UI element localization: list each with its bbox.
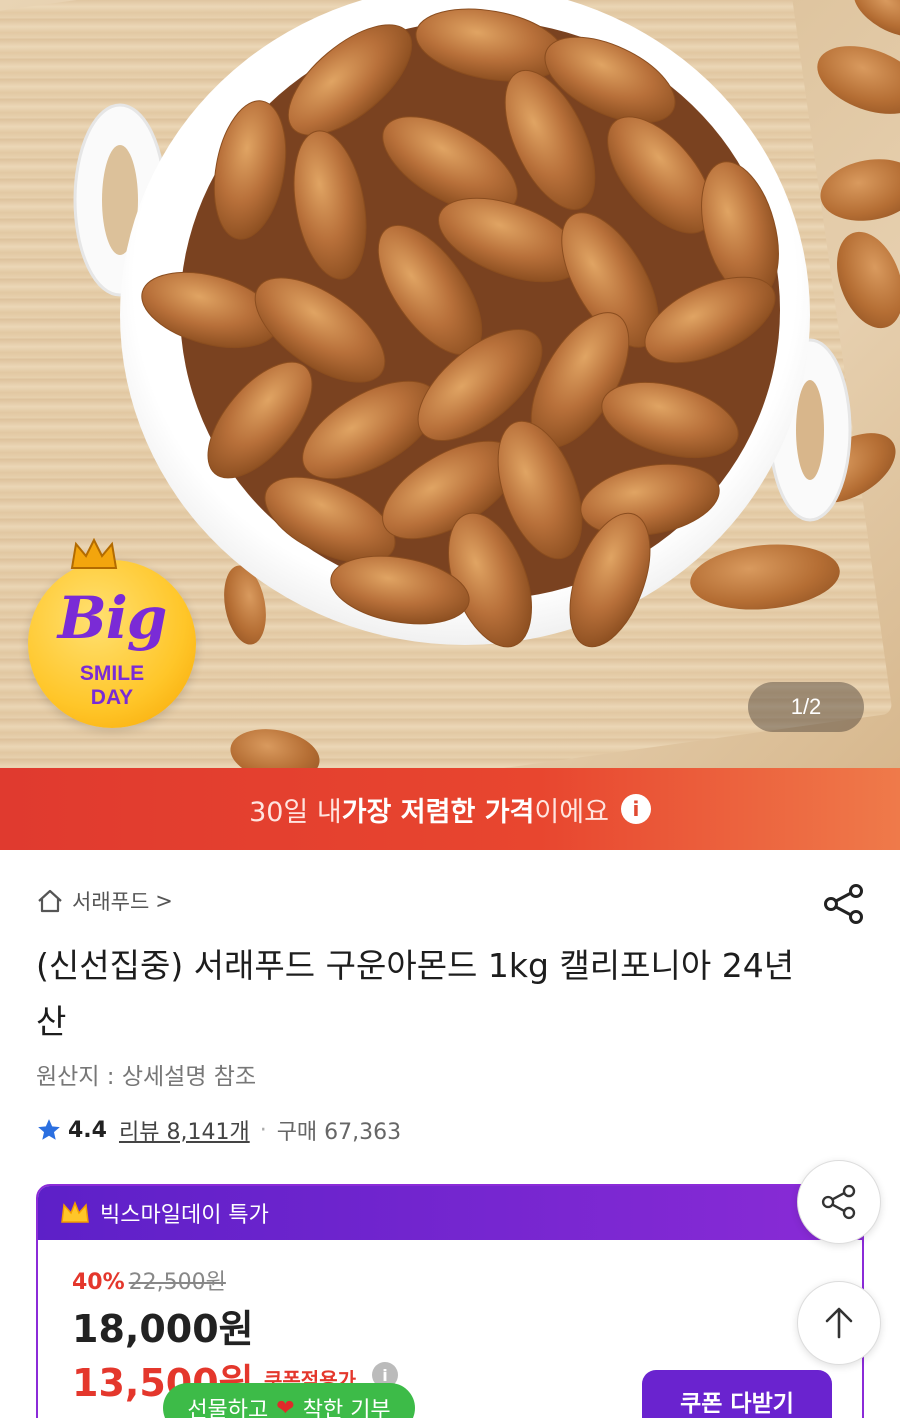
breadcrumb-label: 서래푸드	[72, 890, 150, 914]
banner-text-suffix: 이에요	[534, 796, 609, 828]
donation-label: 착한 기부	[302, 1398, 391, 1418]
rating-row: 4.4 리뷰 8,141개 · 구매 67,363	[36, 1114, 401, 1146]
crown-icon	[61, 1201, 89, 1223]
review-count-link[interactable]: 리뷰 8,141개	[119, 1114, 250, 1146]
original-price: 22,500원	[128, 1270, 226, 1295]
promo-header: 빅스마일데이 특가	[38, 1186, 862, 1240]
banner-text-highlight: 가장 저렴한 가격	[341, 796, 535, 828]
discount-row: 40% 22,500원	[72, 1264, 226, 1296]
chevron-right-icon: >	[155, 889, 173, 913]
promo-header-label: 빅스마일데이 특가	[100, 1203, 269, 1228]
badge-big-text: Big	[57, 584, 168, 652]
product-origin: 원산지 : 상세설명 참조	[36, 1064, 257, 1090]
badge-smile-day-text: SMILE DAY	[28, 662, 196, 710]
arrow-up-icon	[825, 1307, 853, 1339]
lowest-price-banner[interactable]: 30일 내 가장 저렴한 가격 이에요 i	[0, 768, 900, 850]
sale-price: 18,000원	[72, 1307, 254, 1351]
purchase-count: 구매 67,363	[276, 1120, 402, 1145]
star-icon	[38, 1119, 60, 1140]
separator-dot: ·	[259, 1117, 267, 1143]
banner-text-prefix: 30일 내	[249, 796, 342, 828]
rating-score: 4.4	[68, 1117, 107, 1143]
product-image[interactable]: Big SMILE DAY 1/2	[0, 0, 900, 770]
floating-share-button[interactable]	[797, 1160, 881, 1244]
breadcrumb[interactable]: 서래푸드 >	[36, 886, 173, 916]
badge-smile-text: SMILE	[79, 662, 145, 685]
product-title: (신선집중) 서래푸드 구운아몬드 1kg 캘리포니아 24년산	[36, 946, 795, 1041]
gift-donation-button[interactable]: 선물하고 ❤ 착한 기부	[163, 1383, 415, 1418]
home-icon	[38, 889, 62, 913]
get-all-coupons-button[interactable]: 쿠폰 다받기	[642, 1370, 832, 1418]
almond-bowl-image	[73, 0, 852, 648]
promo-price-card: 빅스마일데이 특가 40% 22,500원 18,000원 13,500원 쿠폰적…	[36, 1184, 864, 1418]
info-icon[interactable]: i	[620, 794, 651, 824]
badge-day-text: DAY	[90, 686, 134, 709]
image-page-counter: 1/2	[748, 682, 864, 732]
gift-label: 선물하고	[187, 1398, 269, 1418]
heart-icon: ❤	[276, 1395, 295, 1418]
scroll-to-top-button[interactable]	[797, 1281, 881, 1365]
share-icon[interactable]	[822, 882, 866, 926]
crown-icon	[70, 538, 118, 569]
share-icon	[821, 1184, 856, 1220]
discount-percent: 40%	[72, 1270, 125, 1295]
big-smile-day-badge: Big SMILE DAY	[28, 538, 196, 728]
